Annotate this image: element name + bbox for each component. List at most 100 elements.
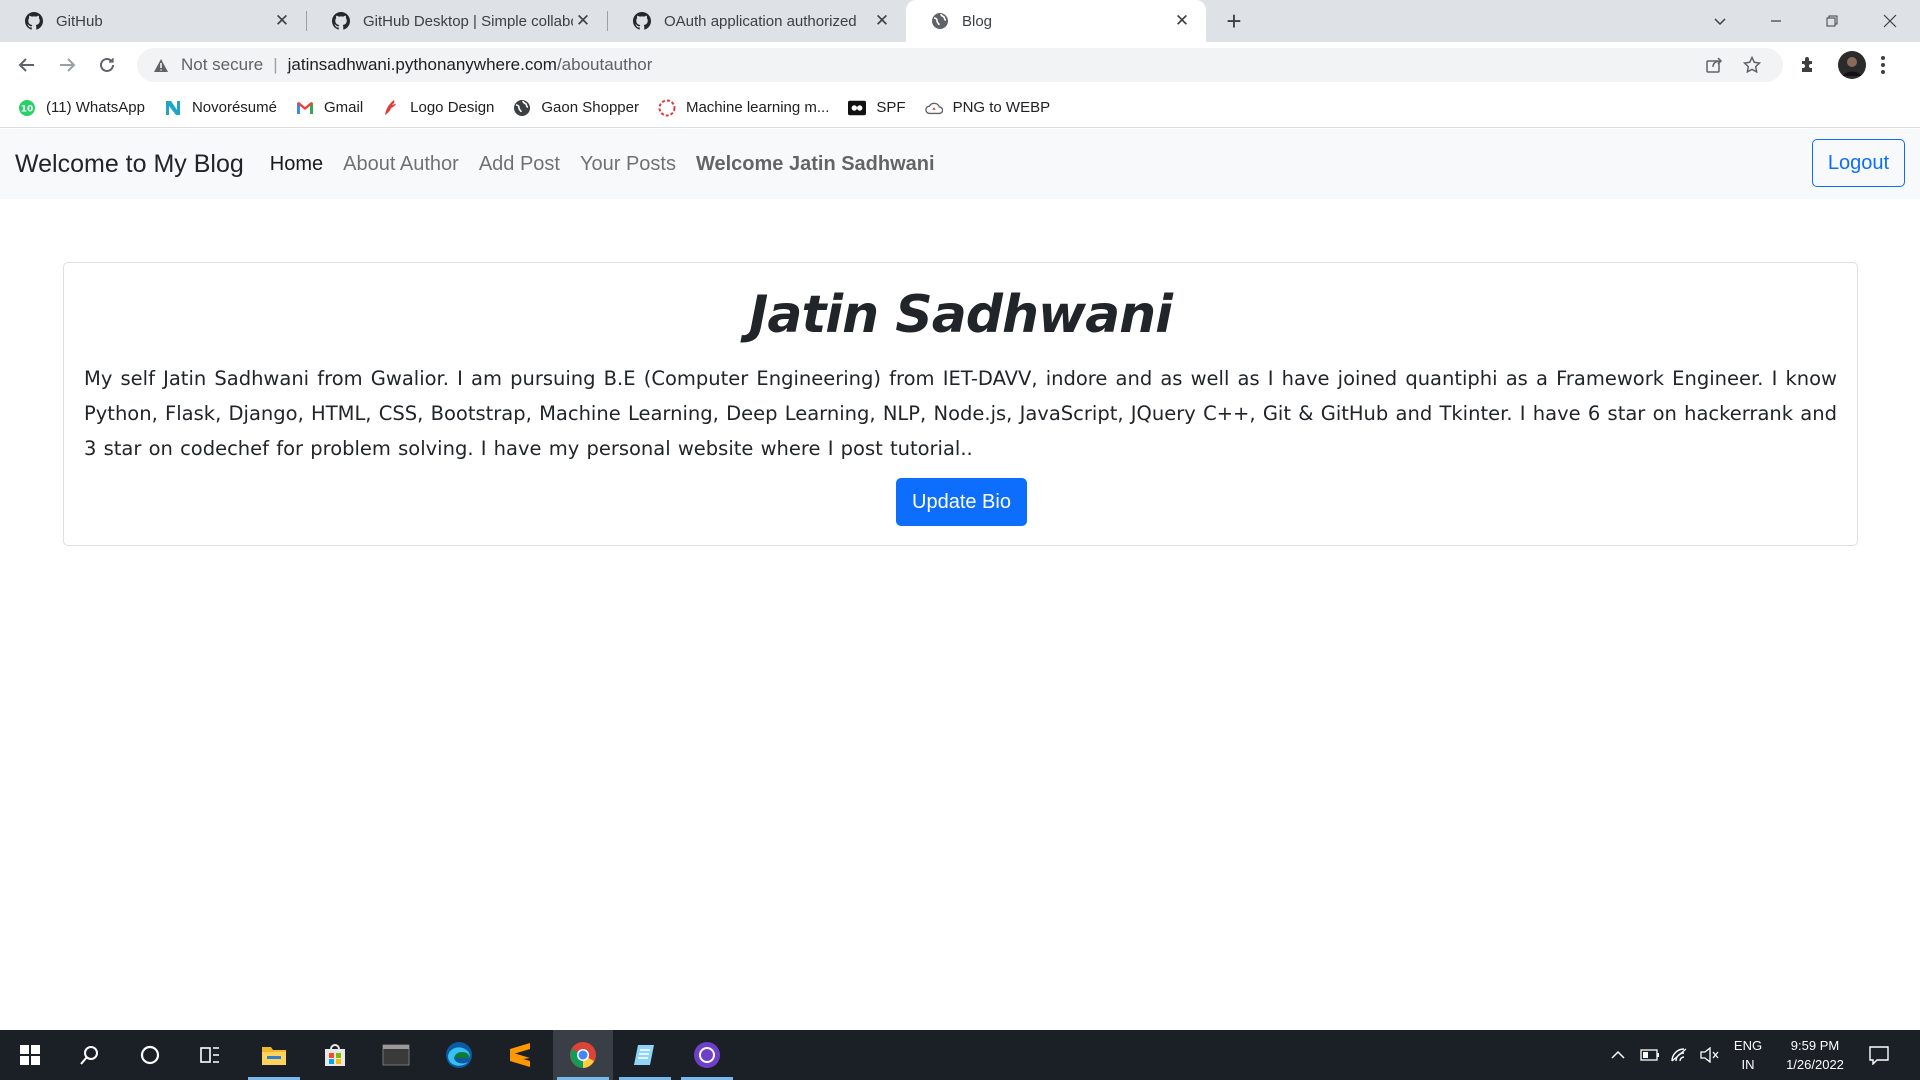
whatsapp-badge: 10	[21, 104, 34, 114]
tab-title: OAuth application authorized	[664, 12, 857, 30]
tab-blog[interactable]: Blog ✕	[906, 0, 1206, 42]
avatar[interactable]	[1838, 51, 1866, 79]
close-icon[interactable]: ✕	[1172, 11, 1192, 31]
bookmark-label: (11) WhatsApp	[46, 99, 145, 116]
task-view-icon[interactable]	[180, 1030, 240, 1080]
battery-icon[interactable]	[1640, 1030, 1660, 1080]
tab-strip: GitHub ✕ GitHub Desktop | Simple collabo…	[0, 0, 1920, 42]
spf-icon	[848, 99, 867, 117]
close-icon[interactable]: ✕	[872, 11, 892, 31]
warning-icon	[151, 58, 171, 73]
close-icon[interactable]: ✕	[573, 11, 593, 31]
file-explorer-icon[interactable]	[244, 1030, 304, 1080]
gmail-icon	[296, 99, 314, 117]
author-name: Jatin Sadhwani	[749, 285, 1173, 345]
clock-date: 1/26/2022	[1786, 1057, 1844, 1072]
github-desktop-icon[interactable]	[677, 1030, 737, 1080]
novoresume-icon	[164, 99, 182, 117]
update-bio-button[interactable]: Update Bio	[896, 478, 1027, 526]
cloud-icon	[924, 99, 943, 117]
bookmark-novoresume[interactable]: Novorésumé	[164, 99, 277, 117]
tab-github-desktop[interactable]: GitHub Desktop | Simple collabor ✕	[307, 0, 607, 42]
bookmark-label: Gaon Shopper	[541, 99, 639, 116]
whatsapp-icon: 10	[18, 99, 36, 117]
region-code: IN	[1741, 1057, 1755, 1072]
chrome-icon[interactable]	[553, 1030, 613, 1080]
bookmark-whatsapp[interactable]: 10 (11) WhatsApp	[18, 99, 145, 117]
bookmark-png-to-webp[interactable]: PNG to WEBP	[924, 99, 1051, 117]
tab-search-chevron-icon[interactable]	[1692, 0, 1748, 42]
bookmarks-bar: 10 (11) WhatsApp Novorésumé Gmail Logo D…	[0, 88, 1920, 128]
store-icon[interactable]	[305, 1030, 365, 1080]
tab-github[interactable]: GitHub ✕	[0, 0, 306, 42]
bookmark-gmail[interactable]: Gmail	[296, 99, 363, 117]
tab-title: GitHub Desktop | Simple collabor	[363, 12, 573, 30]
window-close-icon[interactable]	[1862, 0, 1918, 42]
logout-button[interactable]: Logout	[1811, 139, 1905, 187]
browser-toolbar: Not secure | jatinsadhwani.pythonanywher…	[0, 42, 1920, 88]
github-icon	[331, 11, 351, 31]
bookmark-gaon-shopper[interactable]: Gaon Shopper	[513, 99, 639, 117]
share-icon[interactable]	[1705, 48, 1723, 82]
nav-your-posts[interactable]: Your Posts	[570, 153, 686, 176]
bookmark-machine-learning[interactable]: Machine learning m...	[658, 99, 829, 117]
notepad-icon[interactable]	[615, 1030, 675, 1080]
bookmark-label: PNG to WEBP	[952, 99, 1051, 116]
clock-time: 9:59 PM	[1790, 1038, 1840, 1053]
url-host: jatinsadhwani.pythonanywhere.com	[287, 55, 557, 74]
wifi-icon[interactable]	[1670, 1030, 1690, 1080]
tab-title: Blog	[962, 12, 993, 30]
logo-design-icon	[382, 99, 400, 117]
back-arrow-icon[interactable]	[13, 51, 41, 79]
github-icon	[632, 11, 652, 31]
search-icon[interactable]	[60, 1030, 120, 1080]
author-card: Jatin Sadhwani My self Jatin Sadhwani fr…	[63, 262, 1858, 546]
restore-icon[interactable]	[1804, 0, 1860, 42]
github-icon	[24, 11, 44, 31]
sublime-text-icon[interactable]	[490, 1030, 550, 1080]
address-bar[interactable]: Not secure | jatinsadhwani.pythonanywher…	[137, 48, 1783, 82]
forward-arrow-icon[interactable]	[53, 51, 81, 79]
welcome-user: Welcome Jatin Sadhwani	[695, 152, 935, 175]
bookmark-label: SPF	[876, 99, 906, 116]
minimize-icon[interactable]	[1748, 0, 1804, 42]
system-clock[interactable]: 9:59 PM 1/26/2022	[1770, 1036, 1860, 1074]
bookmark-label: Novorésumé	[191, 99, 277, 116]
bookmark-label: Gmail	[323, 99, 364, 116]
volume-muted-icon[interactable]	[1700, 1030, 1720, 1080]
url-path: /aboutauthor	[556, 55, 653, 74]
bookmark-spf[interactable]: SPF	[848, 99, 906, 117]
new-tab-button[interactable]: +	[1219, 6, 1249, 36]
author-bio: My self Jatin Sadhwani from Gwalior. I a…	[84, 367, 1837, 460]
tray-chevron-icon[interactable]	[1610, 1030, 1626, 1080]
tab-title: GitHub	[56, 12, 103, 30]
nav-links: Home About Author Add Post Your Posts We…	[260, 153, 945, 176]
cortana-icon[interactable]	[120, 1030, 180, 1080]
bookmark-label: Machine learning m...	[685, 99, 830, 116]
nav-about-author[interactable]: About Author	[333, 153, 469, 176]
windows-taskbar: ENG IN 9:59 PM 1/26/2022	[0, 1030, 1920, 1080]
menu-kebab-icon[interactable]	[1880, 51, 1886, 79]
site-navbar: Welcome to My Blog Home About Author Add…	[0, 129, 1920, 199]
bookmark-star-icon[interactable]	[1743, 48, 1761, 82]
notification-icon[interactable]	[1868, 1030, 1890, 1080]
address-separator: |	[273, 55, 278, 74]
terminal-icon[interactable]	[366, 1030, 426, 1080]
page-viewport: Welcome to My Blog Home About Author Add…	[0, 129, 1920, 1030]
edge-icon[interactable]	[429, 1030, 489, 1080]
extensions-icon[interactable]	[1798, 51, 1818, 79]
close-icon[interactable]: ✕	[272, 11, 292, 31]
tab-oauth[interactable]: OAuth application authorized ✕	[608, 0, 906, 42]
bookmark-label: Logo Design	[410, 99, 495, 116]
site-brand[interactable]: Welcome to My Blog	[15, 150, 244, 179]
globe-icon	[930, 11, 950, 31]
nav-add-post[interactable]: Add Post	[469, 153, 570, 176]
language-indicator[interactable]: ENG IN	[1733, 1036, 1763, 1074]
security-label[interactable]: Not secure	[181, 55, 263, 75]
nav-home[interactable]: Home	[260, 153, 333, 176]
bookmark-logo-design[interactable]: Logo Design	[382, 99, 494, 117]
globe-icon	[513, 99, 531, 117]
ml-icon	[658, 99, 676, 117]
reload-icon[interactable]	[93, 51, 121, 79]
start-icon[interactable]	[0, 1030, 60, 1080]
